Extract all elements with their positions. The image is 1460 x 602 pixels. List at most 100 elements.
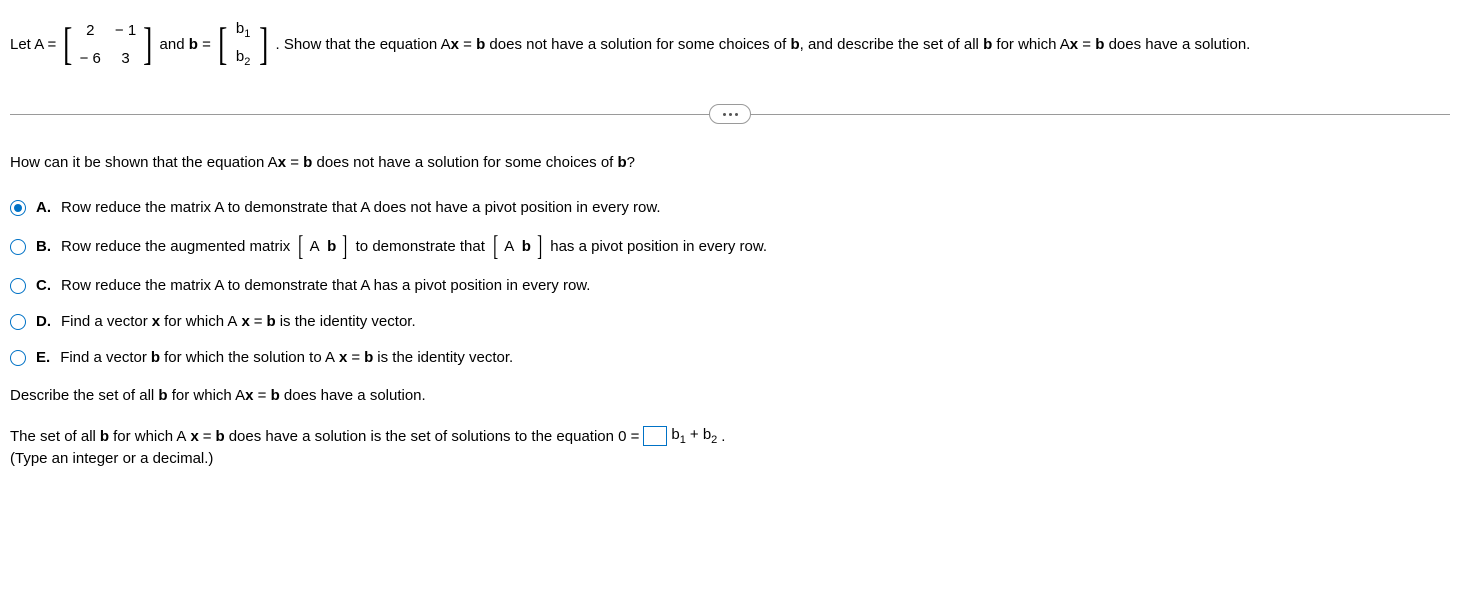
choice-a[interactable]: A. Row reduce the matrix A to demonstrat… <box>10 197 1450 219</box>
vector-b-r2: b2 <box>234 48 252 68</box>
ep4: is the identity vector. <box>377 347 513 369</box>
choice-d[interactable]: D. Find a vector x for which Ax = b is t… <box>10 311 1450 333</box>
expand-pill-button[interactable] <box>709 104 751 124</box>
qp-x: x <box>278 154 286 171</box>
matrix-a-r1c2: − 1 <box>115 22 136 39</box>
matrix-a-cells: 2 − 1 − 6 3 <box>76 18 141 70</box>
ep1: Find a vector <box>60 347 147 369</box>
t-x2: x <box>1070 36 1078 53</box>
dpx: x <box>152 311 160 333</box>
text-equals: = <box>202 36 211 53</box>
coefficient-input[interactable] <box>643 426 667 446</box>
a3: = <box>203 428 212 445</box>
text-b-bold: b <box>189 36 198 53</box>
vector-b: [ b1 b2 ] <box>215 18 272 70</box>
choice-b-text: B. Row reduce the augmented matrix [ A b… <box>36 233 767 261</box>
problem-statement: Let A = [ 2 − 1 − 6 3 ] and b = [ b1 b2 <box>10 18 1450 70</box>
dp4: is the identity vector. <box>280 311 416 333</box>
a4: does have a solution is the set of solut… <box>229 428 640 445</box>
ab-cells-1: A b <box>306 236 341 258</box>
qp-b: b <box>303 154 312 171</box>
choice-b-mid: to demonstrate that <box>356 236 485 258</box>
describe-prompt: Describe the set of all b for which Ax =… <box>10 387 1450 404</box>
d3: = <box>253 387 270 404</box>
vector-b-r1-sub: 1 <box>244 28 250 40</box>
ep2: for which the solution to A <box>164 347 335 369</box>
bracket-right-icon: ] <box>143 21 152 67</box>
t7: does have a solution. <box>1104 36 1250 53</box>
problem-tail: . Show that the equation Ax = b does not… <box>275 36 1250 53</box>
vector-b-r2-sub: 2 <box>244 56 250 68</box>
radio-a[interactable] <box>10 200 26 216</box>
db2: b <box>271 387 280 404</box>
answer-hint: (Type an integer or a decimal.) <box>10 450 1450 467</box>
answer-plus-b2: + b2 <box>690 426 717 446</box>
choice-b[interactable]: B. Row reduce the augmented matrix [ A b… <box>10 233 1450 261</box>
vector-b-r2-base: b <box>236 48 244 65</box>
choice-c[interactable]: C. Row reduce the matrix A to demonstrat… <box>10 275 1450 297</box>
bracket-left-icon: [ <box>218 21 227 67</box>
d4: does have a solution. <box>280 387 426 404</box>
augmented-matrix-2: [ A b ] <box>491 233 544 261</box>
qp2: = <box>286 154 303 171</box>
choice-c-text: C. Row reduce the matrix A to demonstrat… <box>36 275 590 297</box>
choice-a-body: Row reduce the matrix A to demonstrate t… <box>61 197 661 219</box>
bracket-left-icon: [ <box>298 233 303 261</box>
choice-b-post: has a pivot position in every row. <box>550 236 767 258</box>
ab-cells-2: A b <box>500 236 535 258</box>
d1: Describe the set of all <box>10 387 158 404</box>
choice-e-letter: E. <box>36 347 50 369</box>
t1: . Show that the equation A <box>275 36 450 53</box>
radio-d[interactable] <box>10 314 26 330</box>
ab2s: 2 <box>711 434 717 446</box>
bracket-left-icon: [ <box>63 21 72 67</box>
d2: for which A <box>168 387 246 404</box>
choice-d-text: D. Find a vector x for which Ax = b is t… <box>36 311 416 333</box>
qp3: does not have a solution for some choice… <box>312 154 617 171</box>
vector-b-cells: b1 b2 <box>230 18 256 70</box>
choice-d-letter: D. <box>36 311 51 333</box>
qp4: ? <box>627 154 635 171</box>
ax: x <box>190 428 198 445</box>
dot-icon <box>729 113 732 116</box>
augmented-matrix-1: [ A b ] <box>296 233 349 261</box>
ab1s: 1 <box>680 434 686 446</box>
choice-c-body: Row reduce the matrix A to demonstrate t… <box>61 275 590 297</box>
bracket-left-icon: [ <box>493 233 498 261</box>
choice-b-letter: B. <box>36 236 51 258</box>
t6: = <box>1078 36 1095 53</box>
dot-icon <box>735 113 738 116</box>
db1: b <box>158 387 167 404</box>
epx: x <box>339 347 347 369</box>
t4: , and describe the set of all <box>800 36 983 53</box>
a1: The set of all <box>10 428 96 445</box>
choices-group: A. Row reduce the matrix A to demonstrat… <box>10 197 1450 369</box>
t-b1: b <box>476 36 485 53</box>
radio-b[interactable] <box>10 239 26 255</box>
radio-c[interactable] <box>10 278 26 294</box>
vector-b-r1-base: b <box>236 20 244 37</box>
qp1: How can it be shown that the equation A <box>10 154 278 171</box>
adot: . <box>721 428 725 445</box>
dpb: b <box>267 311 276 333</box>
epb: b <box>151 347 160 369</box>
choice-e[interactable]: E. Find a vector b for which the solutio… <box>10 347 1450 369</box>
question-prompt: How can it be shown that the equation Ax… <box>10 154 1450 171</box>
section-divider <box>10 104 1450 124</box>
choice-e-text: E. Find a vector b for which the solutio… <box>36 347 513 369</box>
qp-b2: b <box>618 154 627 171</box>
ab1: b <box>100 428 109 445</box>
matrix-a-r2c2: 3 <box>115 50 136 67</box>
choice-a-text: A. Row reduce the matrix A to demonstrat… <box>36 197 661 219</box>
dp3: = <box>254 311 263 333</box>
dot-icon <box>723 113 726 116</box>
choice-b-pre: Row reduce the augmented matrix <box>61 236 290 258</box>
aplus: + b <box>690 426 711 443</box>
dp1: Find a vector <box>61 311 148 333</box>
answer-b1: b1 <box>671 426 685 446</box>
t-b3: b <box>983 36 992 53</box>
choice-a-letter: A. <box>36 197 51 219</box>
radio-e[interactable] <box>10 350 26 366</box>
t-x1: x <box>451 36 459 53</box>
page-root: Let A = [ 2 − 1 − 6 3 ] and b = [ b1 b2 <box>0 0 1460 497</box>
